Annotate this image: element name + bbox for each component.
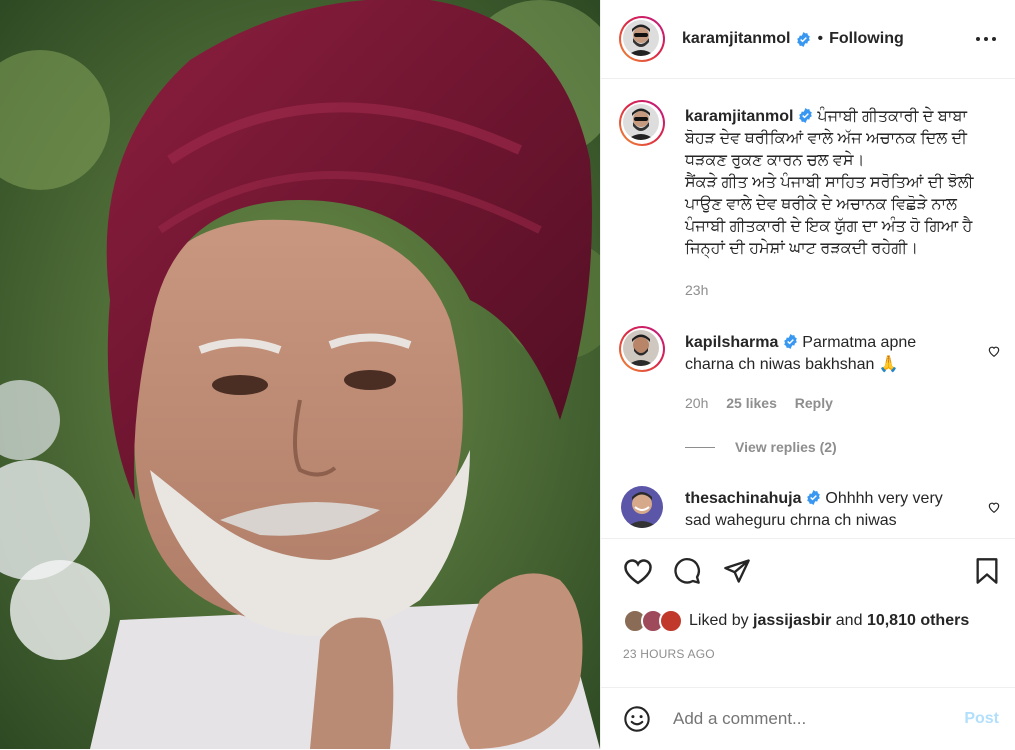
post-side-panel: karamjitanmol • Following karamjitanmol … bbox=[600, 0, 1015, 749]
liker-username[interactable]: jassijasbir bbox=[753, 612, 831, 629]
post-timestamp[interactable]: 23 HOURS AGO bbox=[623, 647, 715, 661]
comment-likes[interactable]: 25 likes bbox=[726, 395, 777, 411]
avatar-icon bbox=[621, 486, 663, 528]
follow-status-button[interactable]: Following bbox=[829, 30, 904, 48]
separator-dot: • bbox=[817, 30, 824, 47]
post-photo-illustration bbox=[0, 0, 600, 749]
share-icon[interactable] bbox=[723, 557, 751, 585]
comment-text: kapilsharma Parmatma apne charna ch niwa… bbox=[685, 332, 916, 458]
comment-text: thesachinahuja Ohhhh very very sad waheg… bbox=[685, 488, 943, 532]
save-icon[interactable] bbox=[975, 557, 999, 585]
verified-icon bbox=[807, 490, 820, 505]
caption-line: ਧੜਕਣ ਰੁਕਣ ਕਾਰਨ ਚਲ ਵਸੇ। bbox=[685, 152, 865, 169]
comment-like-icon[interactable] bbox=[987, 500, 1001, 514]
caption-line: ਪੰਜਾਬੀ ਗੀਤਕਾਰੀ ਦੇ ਬਾਬਾ bbox=[817, 108, 967, 125]
avatar-icon bbox=[623, 104, 659, 140]
likes-count[interactable]: 10,810 others bbox=[867, 612, 969, 629]
caption-line: ਬੋਹੜ ਦੇਵ ਥਰੀਕਿਆਂ ਵਾਲੇ ਅੱਜ ਅਚਾਨਕ ਦਿਲ ਦੀ bbox=[685, 130, 967, 147]
comment-body: Ohhhh very very bbox=[825, 490, 943, 507]
comment-icon[interactable] bbox=[673, 557, 701, 585]
emoji-icon[interactable] bbox=[623, 705, 651, 733]
comment-username[interactable]: thesachinahuja bbox=[685, 490, 801, 507]
likes-summary: Liked by jassijasbir and 10,810 others bbox=[623, 609, 969, 633]
comment-time[interactable]: 20h bbox=[685, 395, 708, 411]
caption-avatar[interactable] bbox=[619, 100, 665, 146]
comment-avatar[interactable] bbox=[621, 486, 663, 528]
comment-item: thesachinahuja Ohhhh very very sad waheg… bbox=[619, 486, 1001, 532]
caption: karamjitanmol ਪੰਜਾਬੀ ਗੀਤਕਾਰੀ ਦੇ ਬਾਬਾ ਬੋਹ… bbox=[619, 100, 1001, 301]
comment-body: charna ch niwas bakhshan 🙏 bbox=[685, 356, 899, 373]
comment-avatar[interactable] bbox=[619, 326, 665, 372]
liker-avatars[interactable] bbox=[623, 609, 683, 633]
like-icon[interactable] bbox=[623, 557, 653, 585]
post-header: karamjitanmol • Following bbox=[601, 0, 1015, 79]
comment-input[interactable] bbox=[671, 708, 945, 730]
likes-and: and bbox=[835, 612, 863, 629]
avatar-icon bbox=[623, 20, 659, 56]
more-options-icon[interactable] bbox=[975, 31, 997, 47]
comment-body: Parmatma apne bbox=[802, 334, 917, 351]
add-comment-row: Post bbox=[601, 687, 1015, 750]
reply-button[interactable]: Reply bbox=[795, 395, 833, 411]
caption-line: ਪੰਜਾਬੀ ਗੀਤਕਾਰੀ ਦੇ ਇਕ ਯੁੱਗ ਦਾ ਅੰਤ ਹੋ ਗਿਆ … bbox=[685, 218, 973, 235]
verified-icon bbox=[784, 334, 797, 349]
caption-line: ਸੈਂਕੜੇ ਗੀਤ ਅਤੇ ਪੰਜਾਬੀ ਸਾਹਿਤ ਸਰੋਤਿਆਂ ਦੀ ਝ… bbox=[685, 174, 974, 191]
post-actions: Liked by jassijasbir and 10,810 others 2… bbox=[601, 538, 1015, 750]
comment-username[interactable]: kapilsharma bbox=[685, 334, 778, 351]
likes-prefix: Liked by bbox=[689, 612, 749, 629]
avatar-icon bbox=[623, 330, 659, 366]
caption-line: ਪਾਉਣ ਵਾਲੇ ਦੇਵ ਥਰੀਕੇ ਦੇ ਅਚਾਨਕ ਵਿਛੋੜੇ ਨਾਲ bbox=[685, 196, 957, 213]
post-photo[interactable] bbox=[0, 0, 600, 749]
caption-username[interactable]: karamjitanmol bbox=[685, 108, 793, 125]
author-username[interactable]: karamjitanmol bbox=[682, 30, 790, 48]
author-avatar[interactable] bbox=[619, 16, 665, 62]
caption-text: karamjitanmol ਪੰਜਾਬੀ ਗੀਤਕਾਰੀ ਦੇ ਬਾਬਾ ਬੋਹ… bbox=[685, 106, 973, 301]
replies-line bbox=[685, 446, 715, 448]
verified-icon bbox=[797, 31, 811, 47]
comment-item: kapilsharma Parmatma apne charna ch niwa… bbox=[619, 326, 1001, 458]
instagram-post: karamjitanmol • Following karamjitanmol … bbox=[0, 0, 1015, 749]
post-comment-button[interactable]: Post bbox=[964, 710, 999, 728]
comment-body: sad waheguru chrna ch niwas bbox=[685, 512, 897, 529]
caption-line: ਜਿਨ੍ਹਾਂ ਦੀ ਹਮੇਸ਼ਾਂ ਘਾਟ ਰੜਕਦੀ ਰਹੇਗੀ। bbox=[685, 240, 919, 257]
comment-like-icon[interactable] bbox=[987, 344, 1001, 358]
verified-icon bbox=[799, 108, 812, 123]
view-replies-button[interactable]: View replies (2) bbox=[735, 436, 837, 458]
caption-time[interactable]: 23h bbox=[685, 279, 973, 301]
comments-area[interactable]: karamjitanmol ਪੰਜਾਬੀ ਗੀਤਕਾਰੀ ਦੇ ਬਾਬਾ ਬੋਹ… bbox=[601, 78, 1015, 538]
